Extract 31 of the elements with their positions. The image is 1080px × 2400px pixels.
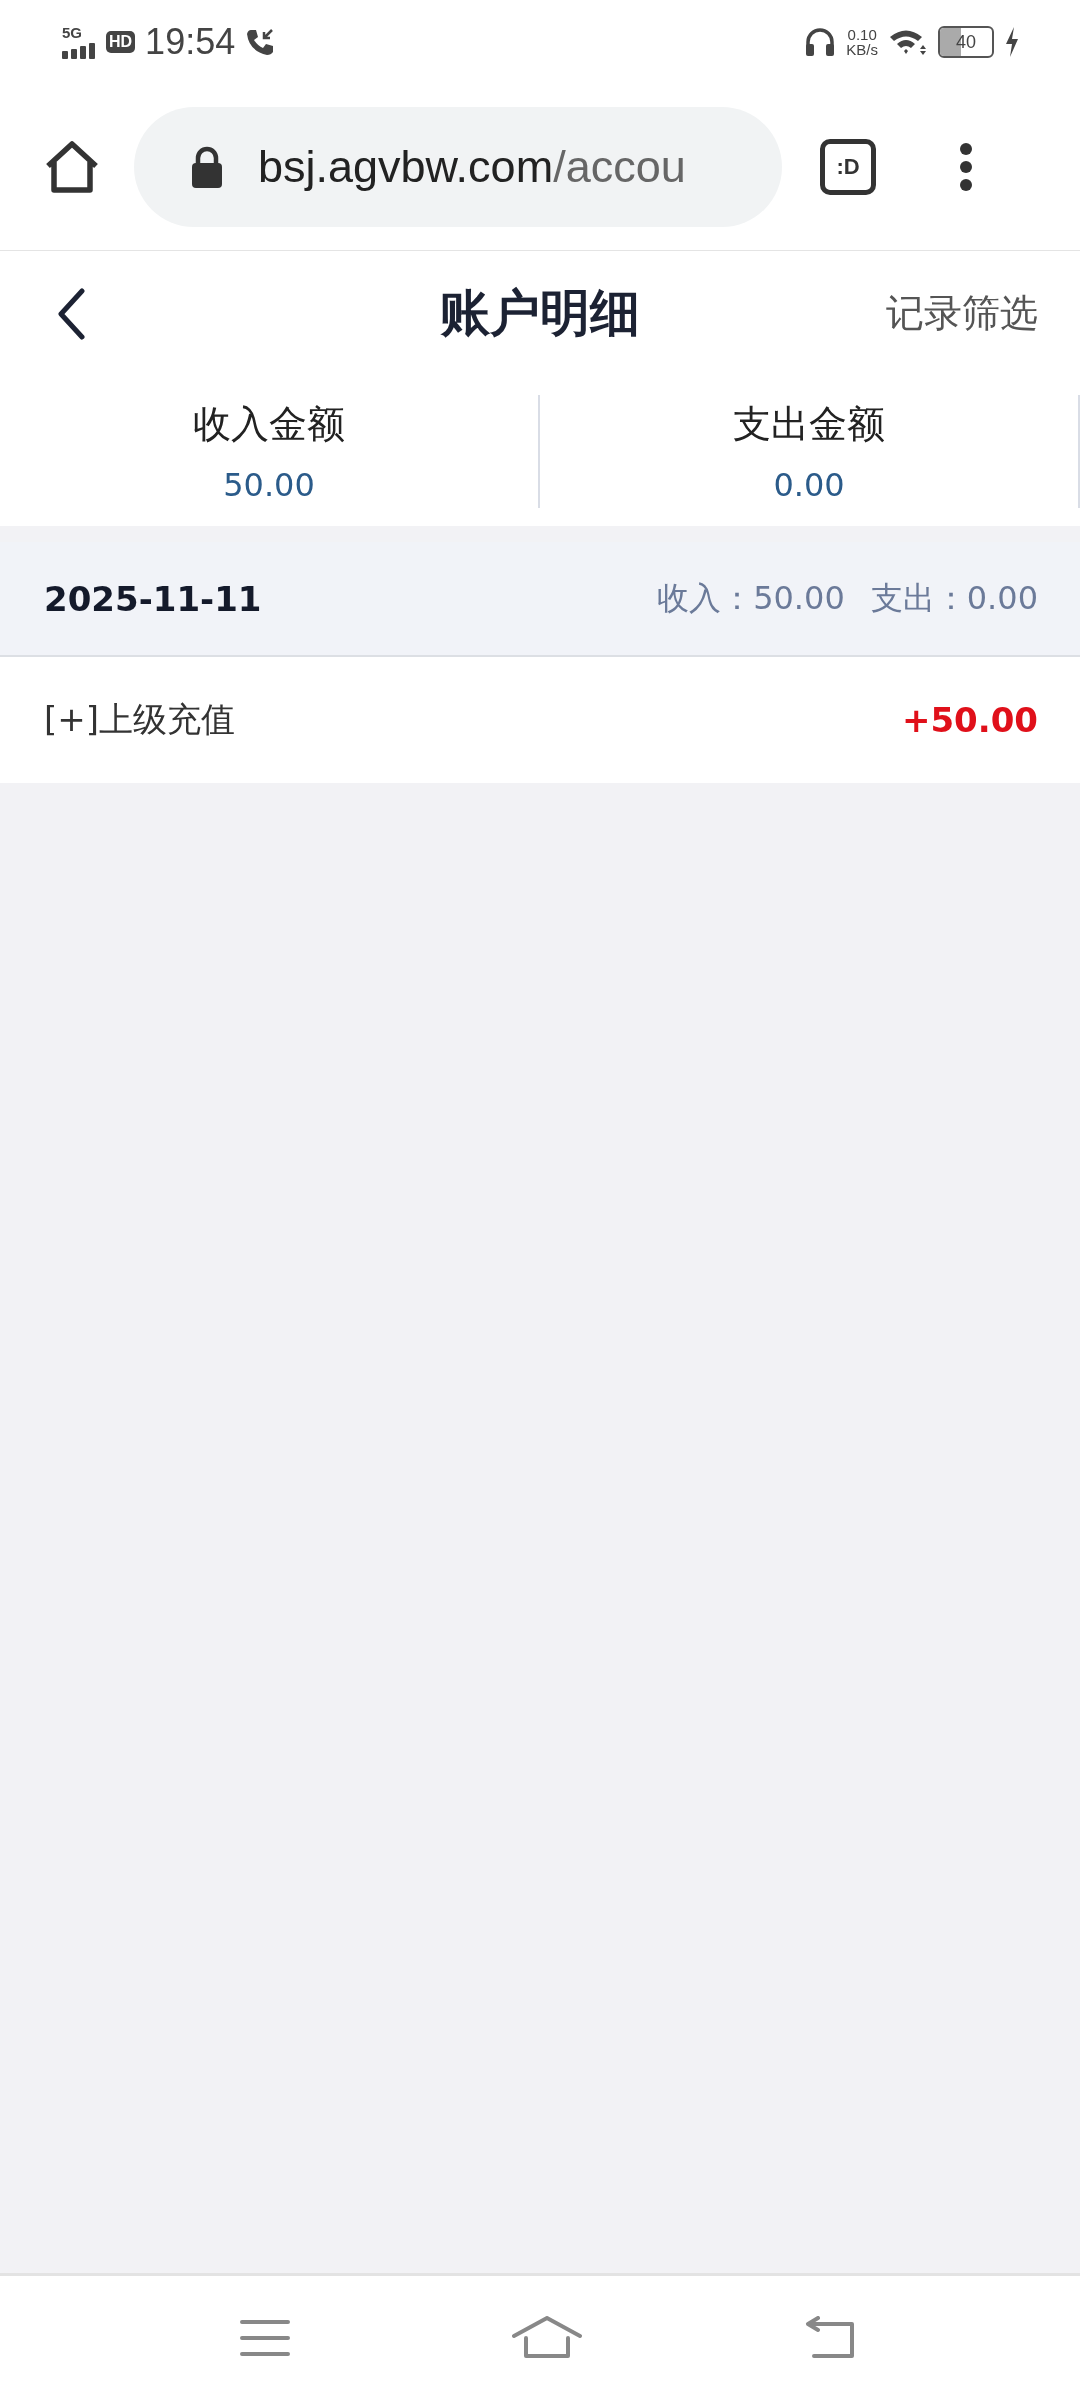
back-icon[interactable] xyxy=(56,287,86,340)
filter-link[interactable]: 记录筛选 xyxy=(886,288,1038,339)
url-text: bsj.agvbw.com/accou xyxy=(258,141,686,193)
address-bar[interactable]: bsj.agvbw.com/accou xyxy=(134,107,782,227)
date-text: 2025-11-11 xyxy=(44,578,262,619)
hd-badge: HD xyxy=(106,31,136,53)
record-name: [+]上级充值 xyxy=(44,698,236,741)
expense-total: 支出：0.00 xyxy=(870,577,1038,619)
summary-label: 收入金额 xyxy=(193,400,345,448)
page-title: 账户明细 xyxy=(440,283,640,344)
lock-icon xyxy=(190,146,224,188)
tab-switcher-button[interactable]: :D xyxy=(820,139,876,195)
signal-icon xyxy=(62,41,96,59)
record-row[interactable]: [+]上级充值 +50.00 xyxy=(0,657,1080,783)
phone-icon xyxy=(245,27,276,57)
speed-value: 0.10 xyxy=(847,27,877,42)
charging-icon xyxy=(1004,27,1020,57)
battery-icon: 40 xyxy=(938,26,994,58)
network-label: 5G xyxy=(62,25,82,41)
home-icon[interactable] xyxy=(44,140,100,194)
summary-value: 0.00 xyxy=(773,465,845,504)
wifi-icon xyxy=(888,28,928,56)
more-icon[interactable] xyxy=(958,142,974,192)
summary-value: 50.00 xyxy=(223,465,315,504)
summary-label: 支出金额 xyxy=(733,400,885,448)
record-amount: +50.00 xyxy=(901,700,1038,740)
menu-icon[interactable] xyxy=(240,2318,291,2358)
speed-unit: KB/s xyxy=(846,42,878,57)
headphones-icon xyxy=(804,26,837,58)
clock-time: 19:54 xyxy=(145,21,236,63)
income-total: 收入：50.00 xyxy=(657,577,845,619)
